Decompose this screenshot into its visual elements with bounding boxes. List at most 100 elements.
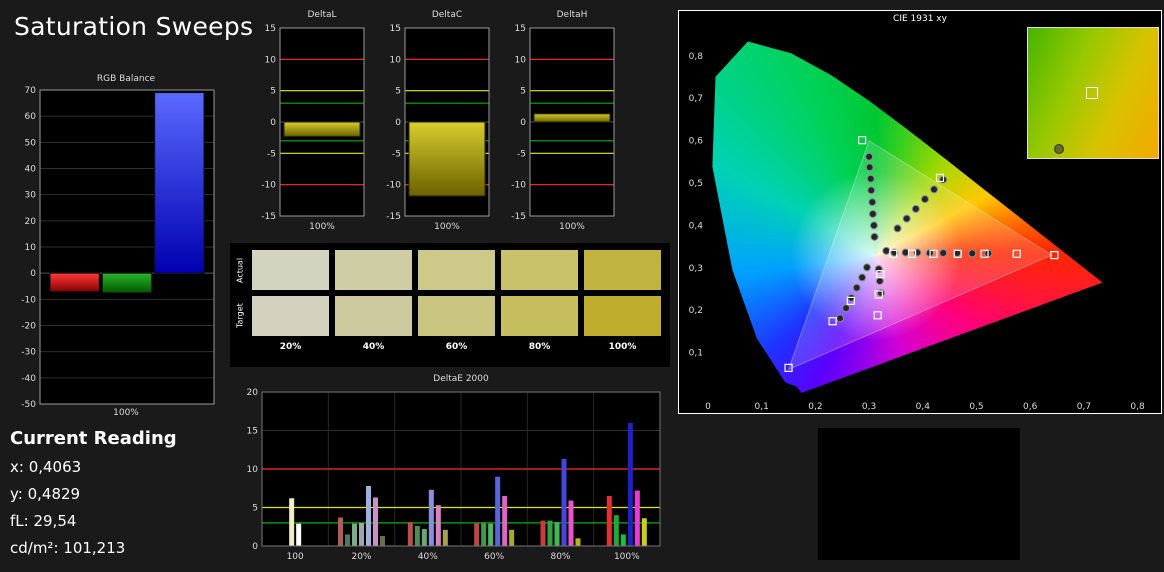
- deltae-bar: [568, 500, 574, 546]
- deltah-x-label: 100%: [559, 222, 585, 232]
- swatch-cell: [418, 296, 495, 336]
- svg-text:15: 15: [247, 427, 258, 437]
- svg-text:0,4: 0,4: [689, 221, 704, 231]
- measurement-point: [902, 214, 911, 223]
- svg-text:-15: -15: [511, 212, 526, 222]
- current-reading-fl: fL: 29,54: [10, 512, 77, 530]
- swatch-col-label: 40%: [362, 342, 385, 352]
- current-reading-cdm2: cd/m²: 101,213: [10, 539, 126, 557]
- measurement-point: [870, 232, 879, 241]
- swatch-col-label: 60%: [445, 342, 468, 352]
- deltae-bar: [442, 529, 448, 546]
- svg-text:10: 10: [515, 55, 527, 65]
- svg-text:0,7: 0,7: [1077, 402, 1091, 412]
- deltac-x-label: 100%: [434, 222, 460, 232]
- rgb-balance-plot: 70 60 50 40 30 20 10 0 -10 -20 -30 -40 -50: [21, 86, 215, 408]
- saturation-sweeps-screen: Saturation Sweeps RGB Balance 70 60 50 40 30…: [0, 0, 1164, 572]
- measurement-point: [939, 248, 948, 257]
- swatch-col-label: 80%: [528, 342, 551, 352]
- swatch-cell: [335, 250, 412, 290]
- svg-text:-10: -10: [386, 181, 401, 191]
- svg-text:0: 0: [395, 118, 401, 128]
- deltae-bar: [502, 495, 508, 546]
- swatch-cell: [501, 296, 578, 336]
- current-reading-block: Current Reading x: 0,4063 y: 0,4829 fL: …: [10, 428, 177, 566]
- svg-text:10: 10: [247, 465, 259, 475]
- rgb-balance-title: RGB Balance: [96, 74, 156, 84]
- deltae-bar: [641, 518, 647, 546]
- rgb-balance-x-label: 100%: [113, 408, 139, 418]
- svg-text:-50: -50: [21, 400, 36, 408]
- deltae-bar: [414, 525, 420, 546]
- measurement-point: [865, 163, 874, 172]
- deltae-bar: [547, 520, 553, 546]
- deltac-title: DeltaC: [431, 10, 463, 20]
- deltae-bar: [352, 523, 357, 546]
- svg-text:60: 60: [25, 112, 37, 122]
- deltae-bar: [435, 505, 441, 546]
- svg-text:15: 15: [515, 24, 526, 34]
- delta-bar: [533, 113, 611, 123]
- deltah-plot: 15 10 5 0 -5 -10 -15: [511, 24, 615, 222]
- swatch-cell: [584, 296, 661, 336]
- svg-text:-15: -15: [261, 212, 276, 222]
- svg-text:-10: -10: [21, 295, 36, 305]
- svg-text:15: 15: [265, 24, 276, 34]
- deltah-chart: DeltaH 15 10 5 0 -5 -10 -15 100%: [500, 8, 620, 248]
- svg-text:0,8: 0,8: [1130, 402, 1145, 412]
- deltah-title: DeltaH: [556, 10, 588, 20]
- svg-text:40: 40: [25, 165, 37, 175]
- svg-text:0: 0: [705, 402, 711, 412]
- svg-text:0,6: 0,6: [689, 137, 704, 147]
- deltae2000-title: DeltaE 2000: [433, 374, 489, 384]
- svg-text:0,4: 0,4: [916, 402, 931, 412]
- svg-text:5: 5: [252, 504, 258, 514]
- pattern-preview-window: [818, 428, 1020, 560]
- swatch-row-target: Target: [234, 296, 666, 336]
- deltae-bar: [366, 485, 371, 546]
- svg-text:5: 5: [520, 87, 526, 97]
- svg-text:15: 15: [390, 24, 401, 34]
- swatch-col-label: 20%: [279, 342, 302, 352]
- swatch-row-label: Target: [235, 303, 245, 329]
- svg-text:20: 20: [247, 388, 259, 398]
- blue-bar: [154, 92, 205, 274]
- deltae-bar: [554, 522, 560, 546]
- deltal-x-label: 100%: [309, 222, 335, 232]
- svg-text:20%: 20%: [351, 552, 371, 562]
- cie-1931-chart: CIE 1931 xy 0 0,1 0,2 0,3 0,4 0,5 0,6 0,7 0,8 0,8…: [678, 10, 1162, 414]
- svg-text:5: 5: [395, 87, 401, 97]
- svg-text:-5: -5: [267, 149, 276, 159]
- swatch-cell: [418, 250, 495, 290]
- deltae-bar: [289, 498, 295, 546]
- cie-zoom-inset: [1027, 27, 1159, 159]
- deltal-chart: DeltaL 15 10 5 0 -5 -10 -15 100%: [250, 8, 370, 248]
- svg-text:-10: -10: [261, 181, 276, 191]
- svg-text:100%: 100%: [614, 552, 640, 562]
- measurement-point: [968, 249, 977, 258]
- svg-text:0,7: 0,7: [689, 94, 703, 104]
- deltac-plot: 15 10 5 0 -5 -10 -15: [386, 24, 490, 222]
- measurement-point: [868, 198, 877, 207]
- deltae-bar: [338, 517, 343, 546]
- measurement-point: [930, 185, 939, 194]
- swatch-cell: [584, 250, 661, 290]
- swatch-cell: [252, 250, 329, 290]
- deltae-bar: [509, 529, 515, 546]
- deltae-bar: [634, 490, 640, 546]
- deltae-bar: [620, 534, 626, 546]
- measurement-point: [842, 304, 851, 313]
- svg-text:30: 30: [25, 191, 37, 201]
- deltae-bar: [606, 495, 612, 546]
- measurement-point: [882, 246, 891, 255]
- svg-text:-5: -5: [517, 149, 526, 159]
- deltae-bar: [495, 476, 501, 546]
- rgb-balance-chart: RGB Balance 70 60 50 40 30 20 10 0 -10 -20 -30 -40 -…: [8, 72, 218, 424]
- deltae-bar: [561, 458, 567, 546]
- deltal-title: DeltaL: [307, 10, 337, 20]
- measurement-point: [867, 186, 876, 195]
- svg-text:-15: -15: [386, 212, 401, 222]
- measurement-point: [862, 263, 871, 272]
- svg-text:0,1: 0,1: [689, 349, 703, 359]
- deltae-bar: [373, 497, 378, 546]
